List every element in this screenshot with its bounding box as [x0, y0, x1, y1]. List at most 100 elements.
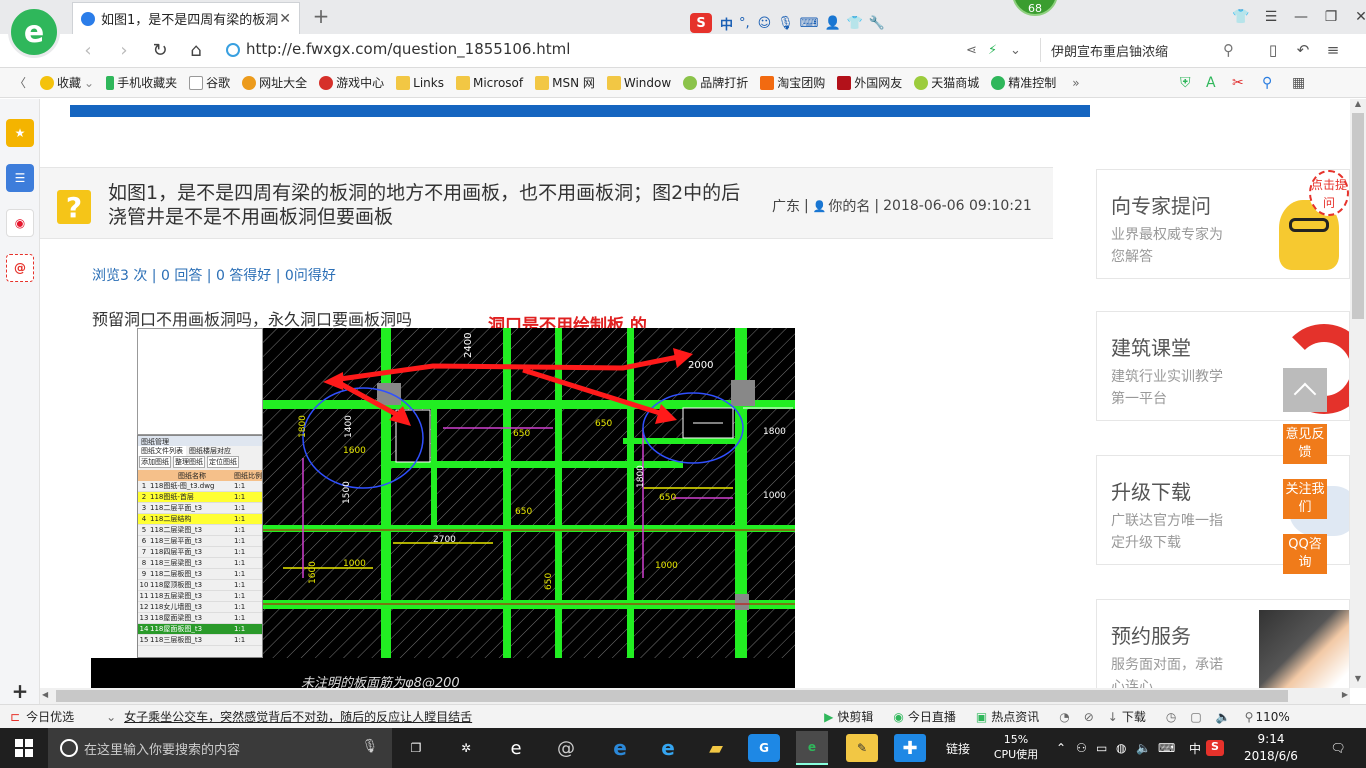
tray-sogou-icon[interactable]: S	[1206, 740, 1224, 756]
favorites-sidebar-icon[interactable]: ★	[6, 119, 34, 147]
cad-screenshot[interactable]: 2400 2000 1400 1800 1600 650 650 1800 18…	[91, 328, 795, 688]
share-icon[interactable]: ⋖	[966, 43, 988, 58]
panel-table-row[interactable]: 1 118图纸-图_t3.dwg 1:1	[138, 481, 262, 492]
reader-sidebar-icon[interactable]: ☰	[6, 164, 34, 192]
vertical-scroll-thumb[interactable]	[1352, 113, 1364, 319]
weibo-sidebar-icon[interactable]: ◉	[6, 209, 34, 237]
scroll-up-icon[interactable]: ▲	[1350, 99, 1366, 113]
tray-wifi-icon[interactable]: ◍	[1116, 741, 1136, 755]
dropdown-icon[interactable]: ⌄	[1010, 43, 1032, 58]
panel-table-row[interactable]: 2 118图纸-首层 1:1	[138, 492, 262, 503]
taskbar-search[interactable]: 在这里输入你要搜索的内容 🎙	[48, 728, 392, 768]
bookmark-foreign[interactable]: 外国网友	[837, 74, 902, 91]
app-edge-icon[interactable]: e	[604, 734, 636, 762]
url-field[interactable]: http://e.fwxgx.com/question_1855106.html	[246, 40, 976, 62]
panel-table-row[interactable]: 9 118二层板图_t3 1:1	[138, 569, 262, 580]
close-window-icon[interactable]: ✕	[1346, 9, 1366, 25]
sound-icon[interactable]: 🔈	[1216, 710, 1231, 724]
add-sidebar-icon[interactable]: +	[6, 677, 34, 705]
search-icon[interactable]: ⚲	[1223, 41, 1234, 59]
panel-table-row[interactable]: 15 118三层板图_t3 1:1	[138, 635, 262, 646]
follow-us-button[interactable]: 关注我们	[1283, 479, 1327, 519]
more-menu-icon[interactable]: ≡	[1318, 41, 1348, 59]
search-input[interactable]: 伊朗宣布重启铀浓缩 ⚲	[1040, 38, 1240, 62]
apps-icon[interactable]: ▦	[1292, 75, 1318, 91]
tray-ime-label[interactable]: 中	[1184, 740, 1206, 757]
panel-tab-floors[interactable]: 图纸楼层对应	[186, 446, 234, 456]
bookmark-microsoft[interactable]: Microsof	[455, 75, 523, 90]
bookmark-overflow-icon[interactable]: »	[1072, 76, 1079, 90]
start-button[interactable]	[6, 734, 42, 762]
tray-chevron-icon[interactable]: ⌃	[1056, 741, 1076, 755]
bookmark-brand-sale[interactable]: 品牌打折	[683, 74, 748, 91]
forward-icon[interactable]: ›	[106, 40, 142, 61]
panel-table-row[interactable]: 7 118四层平面_t3 1:1	[138, 547, 262, 558]
organize-drawing-button[interactable]: 整理图纸	[173, 456, 205, 468]
ban-icon[interactable]: ⊘	[1084, 710, 1094, 724]
undo-icon[interactable]: ↶	[1288, 41, 1318, 59]
bookmark-site-nav[interactable]: 网址大全	[242, 74, 307, 91]
browser-logo-icon[interactable]: e	[8, 6, 60, 58]
home-icon[interactable]: ⌂	[178, 40, 214, 61]
app-plus-icon[interactable]: ✚	[894, 734, 926, 762]
refresh-icon[interactable]: ↻	[142, 40, 178, 61]
live-button[interactable]: 今日直播	[908, 708, 956, 725]
scroll-down-icon[interactable]: ▼	[1350, 674, 1366, 688]
today-pick-label[interactable]: 今日优选	[26, 708, 86, 725]
lightning-icon[interactable]: ⚡	[988, 43, 1010, 58]
back-to-top-button[interactable]	[1283, 368, 1327, 412]
tray-keyboard-icon[interactable]: ⌨	[1158, 741, 1184, 755]
tray-people-icon[interactable]: ⚇	[1076, 741, 1096, 755]
panel-table-row[interactable]: 11 118五层梁图_t3 1:1	[138, 591, 262, 602]
bookmark-msn[interactable]: MSN 网	[535, 74, 595, 91]
panel-tab-files[interactable]: 图纸文件列表	[138, 446, 186, 456]
panel-table-row[interactable]: 6 118三层平面_t3 1:1	[138, 536, 262, 547]
speed-icon[interactable]: ◔	[1059, 710, 1069, 724]
appointment-card[interactable]: 预约服务 服务面对面，承诺心连心	[1096, 599, 1350, 688]
app-browser-e-icon[interactable]: e	[500, 734, 532, 762]
download-button[interactable]: 下载	[1122, 708, 1146, 725]
maximize-icon[interactable]: ❐	[1316, 9, 1346, 25]
panel-table-row[interactable]: 4 118二层结构 1:1	[138, 514, 262, 525]
news-ticker[interactable]: 女子乘坐公交车，突然感觉背后不对劲，随后的反应让人瞠目结舌	[124, 708, 824, 725]
vertical-scrollbar[interactable]: ▲ ▼	[1350, 99, 1366, 688]
add-drawing-button[interactable]: 添加图纸	[139, 456, 171, 468]
qq-consult-button[interactable]: QQ咨询	[1283, 534, 1327, 574]
quick-clip-button[interactable]: 快剪辑	[837, 708, 873, 725]
links-toolbar-label[interactable]: 链接	[946, 740, 970, 757]
microphone-icon[interactable]: 🎙	[361, 739, 378, 754]
clock[interactable]: 9:14 2018/6/6	[1236, 731, 1306, 765]
skin-icon[interactable]: 👕	[1226, 9, 1256, 25]
horizontal-scrollbar[interactable]: ◀ ▶	[40, 688, 1350, 704]
tray-volume-icon[interactable]: 🔈	[1136, 741, 1158, 755]
menu-icon[interactable]: ☰	[1256, 9, 1286, 25]
panel-table-row[interactable]: 13 118屋面梁图_t3 1:1	[138, 613, 262, 624]
notification-center-icon[interactable]: 🗨	[1322, 734, 1354, 762]
back-icon[interactable]: ‹	[70, 40, 106, 61]
task-view-icon[interactable]: ❐	[400, 734, 432, 762]
panel-table-row[interactable]: 14 118屋面板图_t3 1:1	[138, 624, 262, 635]
bookmark-mobile[interactable]: 手机收藏夹	[106, 74, 177, 91]
browser-tab[interactable]: 如图1，是不是四周有梁的板洞的 ✕	[72, 2, 300, 34]
tray-network-icon[interactable]: ▭	[1096, 741, 1116, 755]
app-ie-icon[interactable]: e	[652, 734, 684, 762]
bookmark-games[interactable]: 游戏中心	[319, 74, 384, 91]
app-fan-icon[interactable]: ✲	[450, 734, 482, 762]
horizontal-scroll-thumb[interactable]	[56, 690, 1288, 702]
translate-icon[interactable]: A	[1206, 75, 1232, 91]
zoom-level[interactable]: 110%	[1255, 710, 1289, 724]
minimize-icon[interactable]: —	[1286, 9, 1316, 25]
window-icon[interactable]: ▢	[1190, 710, 1201, 724]
bookmark-google[interactable]: 谷歌	[189, 74, 230, 91]
app-360-browser-icon[interactable]: e	[796, 731, 828, 765]
scissors-icon[interactable]: ✂	[1232, 75, 1262, 91]
question-stats[interactable]: 浏览3 次 | 0 回答 | 0 答得好 | 0问得好	[92, 265, 336, 285]
mail-sidebar-icon[interactable]: @	[6, 254, 34, 282]
scroll-left-icon[interactable]: ◀	[42, 690, 48, 699]
panel-table-row[interactable]: 3 118二层平面_t3 1:1	[138, 503, 262, 514]
cpu-meter[interactable]: 15% CPU使用	[990, 732, 1042, 762]
boost-icon[interactable]: ◷	[1166, 710, 1176, 724]
panel-table-row[interactable]: 5 118二层梁图_t3 1:1	[138, 525, 262, 536]
app-g-icon[interactable]: G	[748, 734, 780, 762]
mobile-icon[interactable]: ▯	[1258, 41, 1288, 59]
